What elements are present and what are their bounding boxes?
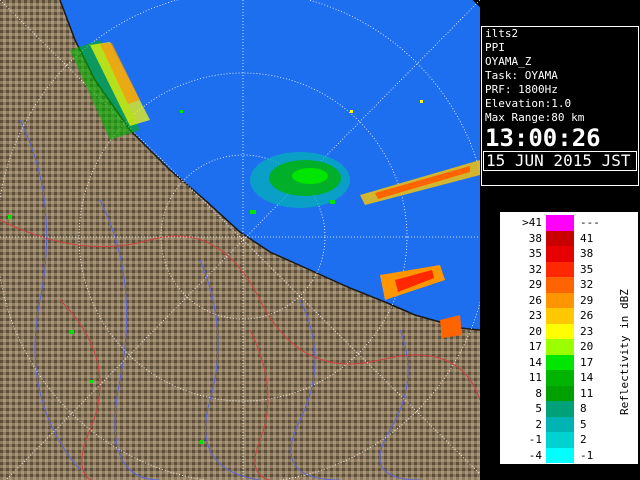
legend-upper-value: 5 — [580, 417, 587, 431]
legend-color-swatch — [546, 261, 574, 277]
side-panel: ilts2 PPI OYAMA_Z Task: OYAMA PRF: 1800H… — [480, 0, 640, 480]
legend-row: 11 14 — [506, 370, 610, 386]
legend-row: 58 — [506, 401, 610, 417]
legend-upper-value: 26 — [580, 309, 594, 322]
radar-map — [0, 0, 480, 480]
legend-upper-value: 32 — [580, 278, 594, 291]
info-box: ilts2 PPI OYAMA_Z Task: OYAMA PRF: 1800H… — [481, 26, 639, 186]
legend-row: 8 11 — [506, 385, 610, 401]
legend-lower-value: 35 — [528, 247, 542, 260]
legend-lower-value: 26 — [528, 293, 542, 307]
legend-lower-value: 2 — [535, 417, 542, 431]
observation-time: 13:00:26 — [485, 124, 601, 152]
legend-lower-value: 8 — [535, 386, 542, 400]
legend-lower-value: 32 — [528, 262, 542, 276]
legend-title: Reflectivity in dBZ — [618, 289, 631, 415]
prf-value: PRF: 1800Hz — [485, 83, 558, 96]
legend-color-swatch — [546, 354, 574, 370]
legend-lower-value: 23 — [528, 309, 542, 322]
legend-row: 38 41 — [506, 230, 610, 246]
legend-color-swatch — [546, 277, 574, 293]
color-legend: >41 --- 38 41 35 38 32 35 29 32 26 29 23 26 20 23 17 20 14… — [500, 212, 638, 464]
legend-row: 32 35 — [506, 261, 610, 277]
legend-color-swatch — [546, 447, 574, 463]
legend-color-swatch — [546, 230, 574, 246]
max-range-value: Max Range:80 km — [485, 111, 585, 124]
legend-row: 20 23 — [506, 323, 610, 339]
legend-upper-value: 20 — [580, 340, 594, 353]
elevation-value: Elevation:1.0 — [485, 97, 572, 110]
legend-upper-value: 11 — [580, 386, 594, 400]
legend-color-swatch — [546, 308, 574, 324]
legend-lower-value: 29 — [528, 278, 542, 291]
legend-row: -1 2 — [506, 432, 610, 448]
legend-row: 25 — [506, 416, 610, 432]
radar-echo-central — [250, 152, 350, 208]
legend-row: 14 17 — [506, 354, 610, 370]
legend-color-swatch — [546, 215, 574, 231]
legend-upper-value: 35 — [580, 262, 594, 276]
observation-date: 15 JUN 2015 JST — [483, 151, 637, 171]
legend-upper-value: -1 — [580, 448, 594, 462]
task-name: Task: OYAMA — [485, 69, 558, 82]
legend-lower-value: 11 — [528, 371, 542, 384]
legend-row: -4 -1 — [506, 447, 610, 463]
legend-color-swatch — [546, 323, 574, 339]
product-name: OYAMA_Z — [485, 55, 532, 68]
legend-color-swatch — [546, 339, 574, 355]
legend-upper-value: 23 — [580, 324, 594, 338]
legend-row: 35 38 — [506, 246, 610, 262]
legend-lower-value: 17 — [528, 340, 542, 353]
legend-color-swatch — [546, 385, 574, 401]
legend-lower-value: 20 — [528, 324, 542, 338]
legend-color-swatch — [546, 292, 574, 308]
legend-upper-value: 29 — [580, 293, 594, 307]
legend-rows: >41 --- 38 41 35 38 32 35 29 32 26 29 23 26 20 23 17 20 14… — [506, 215, 610, 463]
legend-lower-value: 14 — [528, 355, 542, 369]
scan-type: PPI — [485, 41, 505, 54]
radar-name: ilts2 — [485, 27, 519, 40]
legend-row: 23 26 — [506, 308, 610, 324]
legend-color-swatch — [546, 401, 574, 417]
legend-row: 26 29 — [506, 292, 610, 308]
legend-color-swatch — [546, 432, 574, 448]
legend-upper-value: 41 — [580, 231, 594, 245]
legend-lower-value: -4 — [528, 448, 542, 462]
legend-color-swatch — [546, 370, 574, 386]
legend-color-swatch — [546, 416, 574, 432]
legend-upper-value: --- — [580, 216, 600, 229]
legend-upper-value: 17 — [580, 355, 594, 369]
legend-color-swatch — [546, 246, 574, 262]
legend-lower-value: -1 — [528, 433, 542, 446]
legend-row: >41 --- — [506, 215, 610, 231]
legend-lower-value: 38 — [528, 231, 542, 245]
legend-row: 17 20 — [506, 339, 610, 355]
legend-lower-value: >41 — [522, 216, 542, 229]
legend-upper-value: 8 — [580, 402, 587, 415]
legend-upper-value: 2 — [580, 433, 587, 446]
legend-lower-value: 5 — [535, 402, 542, 415]
legend-upper-value: 38 — [580, 247, 594, 260]
legend-row: 29 32 — [506, 277, 610, 293]
legend-upper-value: 14 — [580, 371, 594, 384]
